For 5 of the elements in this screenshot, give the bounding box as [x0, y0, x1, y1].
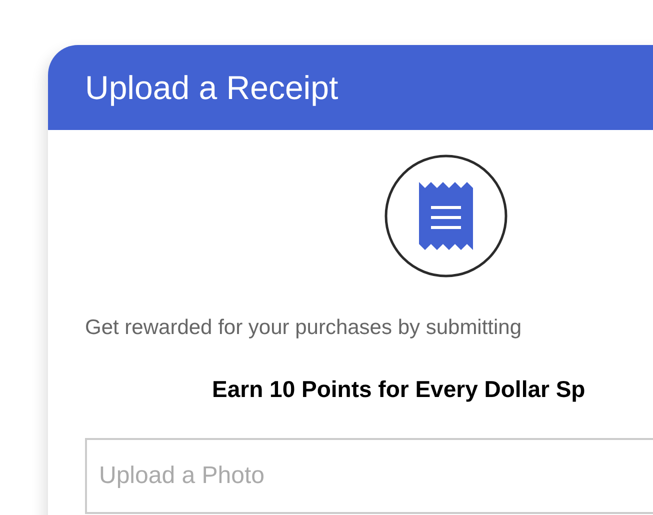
receipt-icon: [384, 154, 508, 278]
card-title: Upload a Receipt: [85, 68, 338, 106]
upload-photo-field[interactable]: Upload a Photo: [85, 438, 653, 514]
points-offer-text: Earn 10 Points for Every Dollar Sp: [212, 376, 586, 403]
description-text: Get rewarded for your purchases by submitting: [85, 316, 523, 340]
